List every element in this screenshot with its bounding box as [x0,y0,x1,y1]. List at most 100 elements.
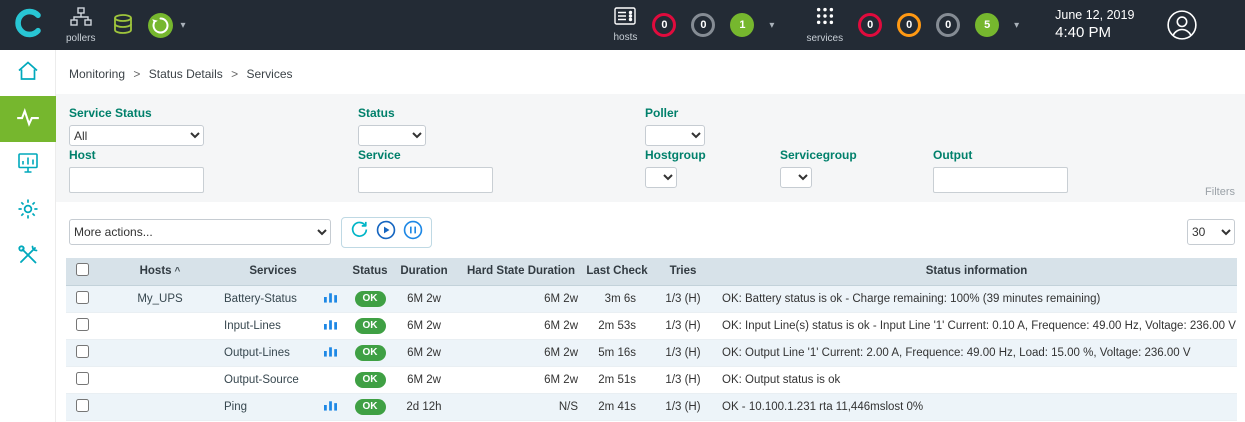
status-select[interactable] [358,125,426,146]
col-header-hard-state-duration[interactable]: Hard State Duration [458,258,584,285]
play-icon [376,220,396,245]
col-header-hosts[interactable]: Hosts^ [98,258,222,285]
database-icon[interactable] [111,13,135,37]
chevron-down-icon[interactable]: ▾ [180,20,185,31]
graph-bars-icon[interactable] [324,318,337,330]
services-critical-badge[interactable]: 0 [858,13,882,37]
output-input[interactable] [933,167,1068,193]
col-header-status[interactable]: Status [350,258,390,285]
services-label: services [806,33,843,44]
status-badge[interactable]: OK [355,372,386,388]
centreon-logo[interactable] [0,0,56,50]
hard-state-duration-cell: N/S [458,393,584,420]
graph-bars-icon[interactable] [324,345,337,357]
service-link[interactable]: Output-Source [222,366,324,393]
graph-bars-icon[interactable] [324,399,337,411]
service-link[interactable]: Output-Lines [222,339,324,366]
filter-service: Service [358,148,493,193]
tools-icon [16,243,40,272]
service-label: Service [358,148,493,162]
status-badge[interactable]: OK [355,318,386,334]
service-link[interactable]: Battery-Status [222,285,324,312]
hosts-pending-badge[interactable]: 0 [691,13,715,37]
row-checkbox[interactable] [76,345,89,358]
status-information-cell: OK - 10.100.1.231 rta 11,446mslost 0% [716,393,1237,420]
hard-state-duration-cell: 6M 2w [458,312,584,339]
services-menu[interactable]: services [806,6,843,44]
service-input[interactable] [358,167,493,193]
last-check-cell: 2m 51s [584,366,650,393]
tries-cell: 1/3 (H) [650,285,716,312]
poller-label: Poller [645,106,705,120]
hosts-menu[interactable]: hosts [614,7,638,43]
status-label: Status [358,106,426,120]
row-checkbox[interactable] [76,318,89,331]
sidebar-item-home[interactable] [0,50,55,96]
hostgroup-select[interactable] [645,167,677,188]
breadcrumb-monitoring[interactable]: Monitoring [69,67,125,81]
filters-caption: Filters [1205,186,1235,198]
breadcrumb-separator: > [133,67,140,81]
filter-hostgroup: Hostgroup [645,148,706,188]
poller-select[interactable] [645,125,705,146]
services-status-group: services 0 0 0 5 ▾ [806,6,1019,44]
status-badge[interactable]: OK [355,399,386,415]
page-size-select[interactable]: 30 [1187,219,1235,245]
hostgroup-label: Hostgroup [645,148,706,162]
col-header-tries[interactable]: Tries [650,258,716,285]
sidebar-item-reporting[interactable] [0,142,55,188]
tries-cell: 1/3 (H) [650,393,716,420]
status-information-cell: OK: Output Line '1' Current: 2.00 A, Fre… [716,339,1237,366]
host-input[interactable] [69,167,204,193]
table-header-row: Hosts^ Services Status Duration Hard Sta… [66,258,1237,285]
sidebar-item-configuration[interactable] [0,188,55,234]
sync-ok-icon[interactable] [147,12,174,39]
services-ok-badge[interactable]: 5 [975,13,999,37]
row-checkbox[interactable] [76,372,89,385]
service-status-select[interactable]: All [69,125,204,146]
select-all-checkbox[interactable] [76,263,89,276]
breadcrumb-status-details[interactable]: Status Details [149,67,223,81]
hard-state-duration-cell: 6M 2w [458,285,584,312]
col-header-status-information[interactable]: Status information [716,258,1237,285]
col-header-services[interactable]: Services [222,258,324,285]
tries-cell: 1/3 (H) [650,339,716,366]
graph-bars-icon[interactable] [324,291,337,303]
service-link[interactable]: Input-Lines [222,312,324,339]
hosts-icon [614,7,636,30]
sidebar-item-monitoring[interactable] [0,96,56,142]
service-link[interactable]: Ping [222,393,324,420]
chevron-down-icon[interactable]: ▾ [769,20,774,31]
clock: June 12, 2019 4:40 PM [1055,7,1134,43]
pause-button[interactable] [403,220,423,245]
chevron-down-icon[interactable]: ▾ [1014,20,1019,31]
col-header-graph [324,258,350,285]
col-header-duration[interactable]: Duration [390,258,458,285]
hard-state-duration-cell: 6M 2w [458,339,584,366]
hosts-down-badge[interactable]: 0 [652,13,676,37]
status-badge[interactable]: OK [355,291,386,307]
col-header-last-check[interactable]: Last Check [584,258,650,285]
servicegroup-select[interactable] [780,167,812,188]
filter-poller: Poller [645,106,705,146]
hosts-up-badge[interactable]: 1 [730,13,754,37]
current-date: June 12, 2019 [1055,7,1134,23]
pollers-label: pollers [66,33,95,44]
breadcrumb-services[interactable]: Services [246,67,292,81]
services-warning-badge[interactable]: 0 [897,13,921,37]
sidebar [0,50,56,422]
refresh-button[interactable] [350,220,369,244]
host-link[interactable]: My_UPS [98,285,222,312]
row-checkbox[interactable] [76,291,89,304]
play-button[interactable] [376,220,396,245]
pollers-menu[interactable]: pollers [66,7,95,44]
sort-asc-icon[interactable]: ^ [175,266,181,277]
services-icon [814,6,836,31]
user-icon[interactable] [1166,9,1198,41]
table-row: Output-Source OK 6M 2w 6M 2w 2m 51s 1/3 … [66,366,1237,393]
sidebar-item-administration[interactable] [0,234,55,280]
status-badge[interactable]: OK [355,345,386,361]
more-actions-select[interactable]: More actions... [69,219,331,245]
services-pending-badge[interactable]: 0 [936,13,960,37]
row-checkbox[interactable] [76,399,89,412]
